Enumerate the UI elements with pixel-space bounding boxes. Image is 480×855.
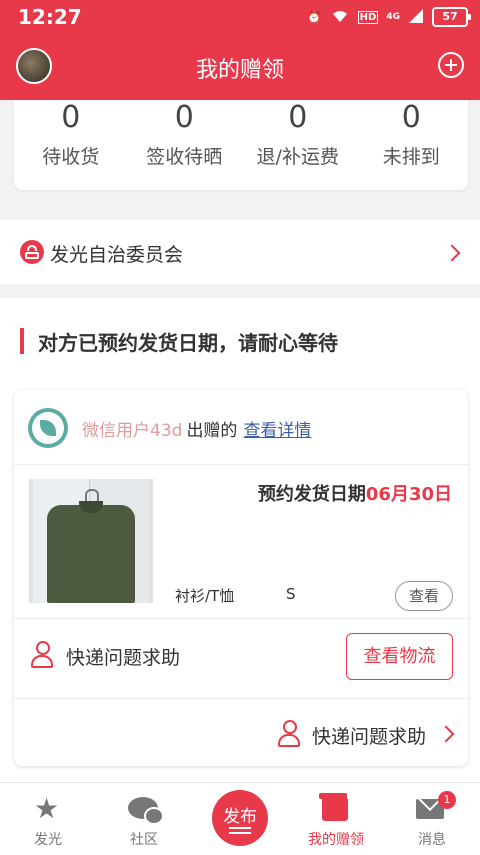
notice-accent-bar [20, 328, 24, 354]
hd-badge: HD [357, 10, 379, 24]
shipping-help-link[interactable]: 快递问题求助 [66, 643, 180, 670]
view-button[interactable]: 查看 [395, 581, 453, 611]
giver-line: 微信用户43d 出赠的 查看详情 [82, 416, 311, 441]
stat-value: 0 [61, 100, 81, 135]
view-logistics-button[interactable]: 查看物流 [346, 633, 453, 680]
chat-icon-secondary [144, 807, 164, 825]
giver-avatar[interactable] [28, 408, 68, 448]
stat-value: 0 [288, 100, 308, 135]
committee-icon [20, 240, 44, 264]
alarm-icon: ⏰ [306, 10, 322, 24]
wifi-icon [330, 8, 350, 27]
nav-label: 消息 [418, 832, 446, 848]
nav-item-my-gifts[interactable]: 我的赠领 [288, 783, 384, 855]
person-icon [278, 720, 300, 747]
nav-label: 社区 [130, 832, 158, 848]
person-icon [31, 641, 53, 668]
status-notice: 对方已预约发货日期，请耐心等待 [38, 331, 338, 355]
stat-refund-shipping[interactable]: 0 退/补运费 [241, 100, 355, 190]
view-details-link[interactable]: 查看详情 [243, 421, 311, 441]
status-time: 12:27 [18, 5, 82, 29]
divider [14, 464, 468, 465]
status-icons: ⏰ HD 4G 57 [306, 6, 471, 28]
giver-name[interactable]: 微信用户43d [82, 421, 182, 441]
stat-value: 0 [174, 100, 194, 135]
add-button[interactable] [438, 52, 464, 78]
giver-verb: 出赠的 [186, 421, 238, 441]
publish-line-icon [229, 827, 251, 829]
divider [14, 618, 468, 619]
product-image[interactable] [29, 479, 153, 603]
status-bar: 12:27 ⏰ HD 4G 57 [0, 0, 480, 34]
nav-label: 我的赠领 [308, 832, 364, 848]
committee-label: 发光自治委员会 [50, 244, 184, 266]
stat-label: 签收待晒 [146, 146, 223, 168]
ship-date-label: 预约发货日期 [257, 484, 366, 505]
stats-card: 0 待收货 0 签收待晒 0 退/补运费 0 未排到 [14, 100, 468, 190]
stat-label: 待收货 [42, 146, 100, 168]
image-shirt [47, 505, 135, 603]
stat-label: 退/补运费 [256, 146, 339, 168]
stat-not-queued[interactable]: 0 未排到 [355, 100, 469, 190]
stat-signed-pending-post[interactable]: 0 签收待晒 [128, 100, 242, 190]
nav-item-messages[interactable]: 1 消息 [384, 783, 480, 855]
network-label: 4G [386, 12, 400, 22]
battery-indicator: 57 [432, 7, 471, 27]
nav-item-community[interactable]: 社区 [96, 783, 192, 855]
publish-label: 发布 [223, 807, 257, 827]
nav-label: 发光 [34, 832, 62, 848]
product-category: 衬衫/T恤 [175, 587, 235, 605]
gift-icon [319, 793, 348, 821]
stat-value: 0 [401, 100, 421, 135]
star-icon: ★ [34, 792, 60, 825]
unread-badge: 1 [438, 791, 456, 809]
chevron-right-icon [443, 244, 461, 262]
ship-date-line: 预约发货日期06月30日 [258, 480, 452, 506]
committee-row[interactable]: 发光自治委员会 [0, 220, 480, 284]
nav-item-glow[interactable]: ★ 发光 [0, 783, 96, 855]
divider [14, 698, 468, 699]
stat-label: 未排到 [382, 146, 440, 168]
stat-pending-receive[interactable]: 0 待收货 [14, 100, 128, 190]
product-size: S [286, 585, 296, 603]
signal-icon [408, 8, 424, 27]
publish-line-icon [229, 832, 251, 834]
ship-date-value: 06月30日 [365, 484, 452, 505]
page-title: 我的赠领 [195, 58, 284, 83]
shipping-help-link-2[interactable]: 快递问题求助 [312, 722, 426, 749]
publish-button[interactable]: 发布 [212, 790, 268, 846]
